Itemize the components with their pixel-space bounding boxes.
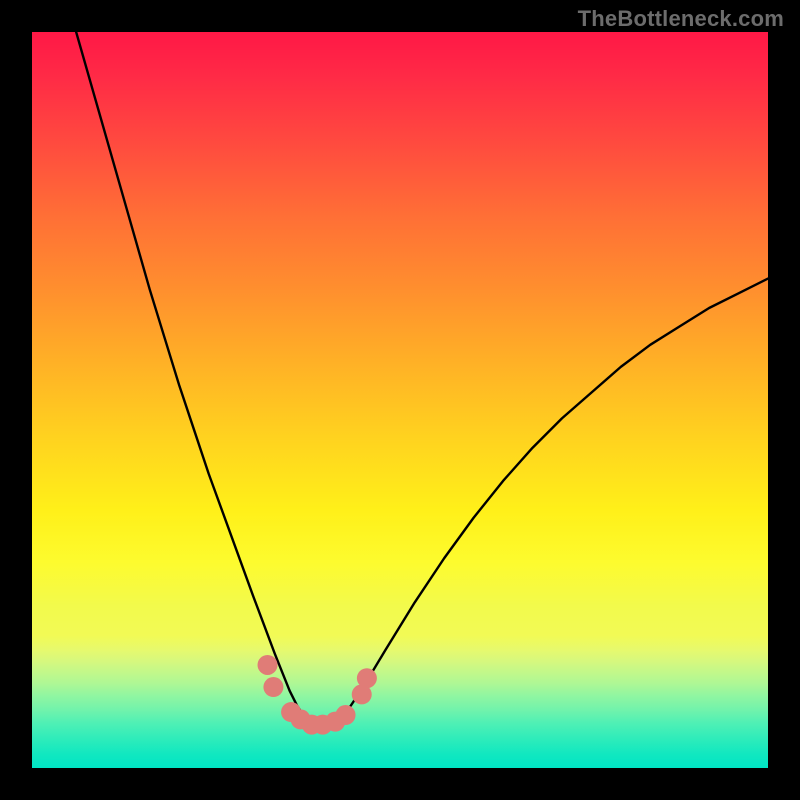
data-marker — [258, 655, 278, 675]
plot-area — [32, 32, 768, 768]
marker-group — [258, 655, 377, 735]
data-marker — [336, 705, 356, 725]
watermark-text: TheBottleneck.com — [578, 6, 784, 32]
chart-svg — [32, 32, 768, 768]
chart-frame: TheBottleneck.com — [0, 0, 800, 800]
curve-group — [76, 32, 768, 724]
bottleneck-curve — [76, 32, 768, 724]
data-marker — [357, 668, 377, 688]
data-marker — [263, 677, 283, 697]
